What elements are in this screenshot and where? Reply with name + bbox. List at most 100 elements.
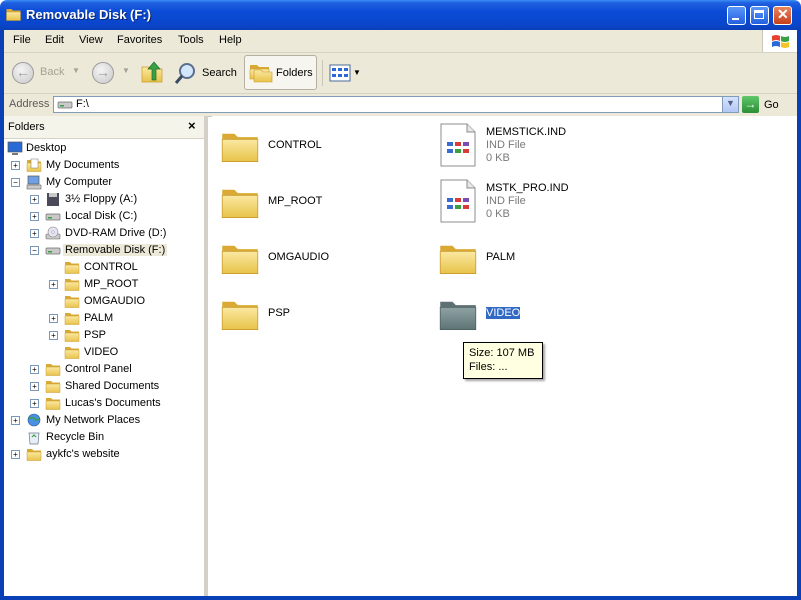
expand-icon[interactable]: + [30,365,39,374]
expand-icon[interactable]: + [49,280,58,289]
address-dropdown-button[interactable]: ▼ [722,96,739,113]
back-label: Back [40,66,65,78]
ind-file-icon [440,179,476,223]
recycle-bin-icon [28,432,40,445]
views-button[interactable]: ▼ [327,61,361,85]
file-item-mp-root[interactable]: MP_ROOT [218,180,418,224]
minimize-icon [732,18,739,20]
tree-label: aykfc's website [46,448,120,460]
file-item-mstk-pro-ind[interactable]: MSTK_PRO.IND IND File 0 KB [436,178,656,228]
file-item-video[interactable]: VIDEO [436,292,636,336]
chevron-down-icon: ▼ [122,66,130,75]
folder-icon [64,312,80,325]
tree-label: Local Disk (C:) [65,210,138,222]
window-frame-bottom [0,596,801,600]
collapse-icon[interactable]: − [30,246,39,255]
menu-view[interactable]: View [79,34,103,46]
maximize-icon [754,10,764,19]
menu-tools[interactable]: Tools [178,34,204,46]
folders-pane-close-button[interactable]: × [188,118,196,133]
removable-disk-icon [45,247,61,255]
folder-icon [64,295,80,308]
tree-label: Lucas's Documents [65,397,161,409]
desktop-icon [7,141,23,155]
tree-label: PALM [84,312,114,324]
back-button[interactable]: ← Back ▼ [12,61,82,85]
expand-icon[interactable]: + [11,161,20,170]
file-item-memstick-ind[interactable]: MEMSTICK.IND IND File 0 KB [436,122,656,172]
tree-label: Shared Documents [65,380,160,392]
minimize-button[interactable] [727,6,746,25]
ind-file-icon [440,123,476,167]
tree-label: Recycle Bin [46,431,105,443]
tree-label: PSP [84,329,107,341]
file-size: 0 KB [486,208,510,220]
collapse-icon[interactable]: − [11,178,20,187]
title-bar[interactable]: Removable Disk (F:) ✕ [0,0,801,30]
expand-icon[interactable]: + [49,331,58,340]
folder-icon [221,301,259,330]
expand-icon[interactable]: + [30,382,39,391]
tree-label: MP_ROOT [84,278,139,290]
maximize-button[interactable] [750,6,769,25]
go-button[interactable]: → Go [742,95,792,115]
window-frame-right [797,30,801,600]
expand-icon[interactable]: + [30,195,39,204]
forward-button[interactable]: → ▼ [90,61,130,85]
menu-favorites[interactable]: Favorites [117,34,162,46]
menu-file[interactable]: File [13,34,31,46]
folders-pane-header: Folders × [4,116,204,139]
search-button[interactable]: Search [172,59,240,87]
file-type: IND File [486,139,526,151]
folder-icon [221,245,259,274]
tooltip-size: Size: 107 MB [469,347,535,359]
tooltip-files: Files: ... [469,361,508,373]
file-item-omgaudio[interactable]: OMGAUDIO [218,236,418,280]
folders-button[interactable]: Folders [244,55,317,90]
address-input[interactable]: F:\ [53,96,723,113]
menu-help[interactable]: Help [219,34,242,46]
tree-label: My Documents [46,159,120,171]
toolbar: ← Back ▼ → ▼ Search Folders ▼ [4,53,797,94]
folder-icon [439,301,477,330]
folders-pane-title: Folders [8,121,45,133]
chevron-down-icon: ▼ [726,98,735,108]
tree-label: CONTROL [84,261,138,273]
menu-edit[interactable]: Edit [45,34,64,46]
up-folder-icon [141,61,163,83]
file-name: PALM [486,251,516,263]
folder-icon [221,189,259,218]
expand-icon[interactable]: + [49,314,58,323]
my-documents-icon [26,158,42,173]
address-value: F:\ [76,98,89,110]
folder-icon [45,380,61,393]
file-item-palm[interactable]: PALM [436,236,636,280]
expand-icon[interactable]: + [11,416,20,425]
windows-logo [762,30,798,52]
file-name: MSTK_PRO.IND [486,182,569,194]
tree-label: 3½ Floppy (A:) [65,193,138,205]
folders-pane: Folders × Desktop + My Documents − My Co… [4,116,208,596]
search-magnifier-icon [174,63,195,84]
tree-label: My Computer [46,176,113,188]
file-item-control[interactable]: CONTROL [218,124,418,168]
local-disk-icon [45,213,61,221]
my-computer-icon [26,175,42,190]
close-button[interactable]: ✕ [773,6,792,25]
tree-label: OMGAUDIO [84,295,146,307]
expand-icon[interactable]: + [11,450,20,459]
window-frame-left [0,30,4,600]
tree-label: Removable Disk (F:) [63,244,168,256]
expand-icon[interactable]: + [30,399,39,408]
back-arrow-icon: ← [12,62,34,84]
tree-label: Control Panel [65,363,132,375]
folder-icon [6,8,21,21]
expand-icon[interactable]: + [30,212,39,221]
expand-icon[interactable]: + [30,229,39,238]
folders-label: Folders [276,67,313,79]
go-label: Go [764,99,779,111]
up-button[interactable] [140,59,164,87]
file-item-psp[interactable]: PSP [218,292,418,336]
folder-icon [64,329,80,342]
tree-label: My Network Places [46,414,141,426]
